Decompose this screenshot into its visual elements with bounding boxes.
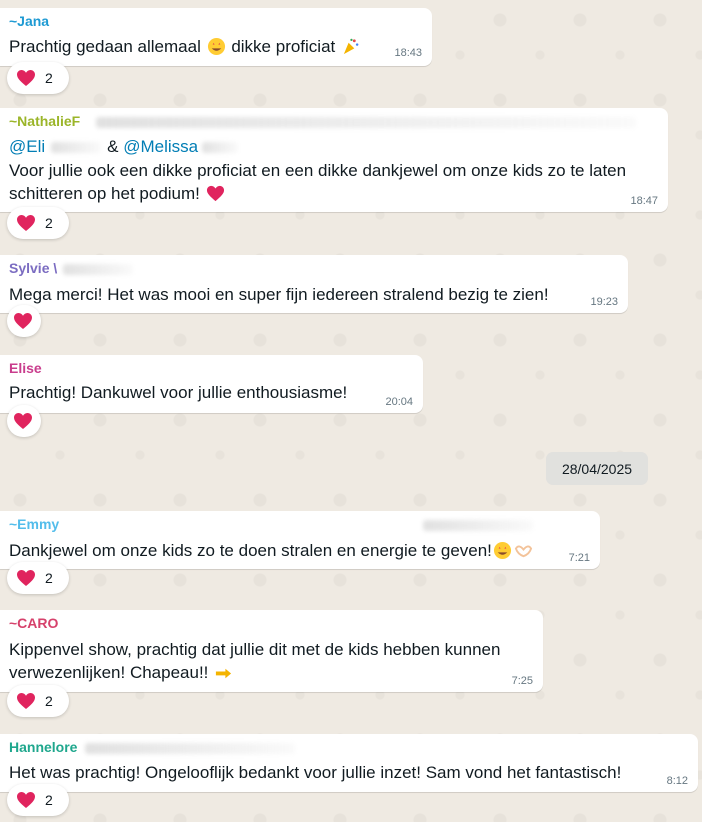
sender-name-text: ~NathalieF: [9, 113, 81, 129]
sender-name[interactable]: ~CARO: [9, 615, 58, 631]
star-struck-emoji: [207, 37, 225, 56]
message-text-part: Voor jullie ook een dikke proficiat en e…: [9, 161, 627, 203]
chat-message-list[interactable]: ~Jana Prachtig gedaan allemaal dikke pro…: [0, 0, 702, 822]
message-timestamp: 18:43: [394, 47, 422, 59]
reaction-badge[interactable]: [7, 405, 41, 437]
message-text-part: Prachtig gedaan allemaal: [9, 37, 201, 56]
message-bubble[interactable]: Sylvie \ Mega merci! Het was mooi en sup…: [0, 255, 628, 313]
reaction-count: 2: [45, 693, 53, 709]
heart-icon: [17, 70, 35, 86]
message-text: Prachtig! Dankuwel voor jullie enthousia…: [9, 383, 348, 402]
sender-name[interactable]: Hannelore: [9, 739, 296, 755]
message-timestamp: 8:12: [666, 775, 688, 787]
message-bubble[interactable]: ~NathalieF @Eli & @Melissa Voor jullie oo…: [0, 108, 668, 212]
reaction-badge[interactable]: [7, 305, 41, 337]
sender-name-text: Sylvie \: [9, 260, 58, 276]
mention-line: @Eli & @Melissa: [9, 135, 656, 158]
sender-name[interactable]: Sylvie \: [9, 260, 134, 276]
message-text-suffix: dikke proficiat: [231, 37, 336, 56]
sender-name[interactable]: ~NathalieF: [9, 113, 637, 129]
reaction-badge[interactable]: 2: [7, 62, 69, 94]
message-text: Het was prachtig! Ongelooflijk bedankt v…: [9, 763, 622, 782]
date-separator: 28/04/2025: [546, 452, 648, 485]
reaction-badge[interactable]: 2: [7, 562, 69, 594]
message-timestamp: 7:21: [568, 552, 590, 564]
heart-icon: [17, 215, 35, 231]
redacted-phone: [85, 742, 296, 754]
redacted-phone: [96, 116, 637, 128]
sender-name-text: Hannelore: [9, 739, 78, 755]
sender-name-text: ~Emmy: [9, 516, 60, 532]
reaction-badge[interactable]: 2: [7, 784, 69, 816]
heart-icon: [14, 413, 32, 429]
reaction-count: 2: [45, 792, 53, 808]
message-bubble[interactable]: ~CARO Kippenvel show, prachtig dat julli…: [0, 610, 543, 692]
reaction-badge[interactable]: 2: [7, 207, 69, 239]
sender-name[interactable]: ~Emmy: [9, 516, 534, 532]
message-timestamp: 18:47: [630, 195, 658, 207]
redacted-phone: [423, 519, 534, 531]
pointing-hand-emoji: [216, 668, 232, 679]
party-popper-emoji: [343, 38, 359, 55]
star-struck-emoji: [493, 541, 511, 560]
message-text-part: Dankjewel om onze kids zo te doen strale…: [9, 541, 492, 560]
mention-link[interactable]: @Eli: [9, 137, 45, 156]
message-text: Mega merci! Het was mooi en super fijn i…: [9, 285, 549, 304]
message-timestamp: 19:23: [590, 296, 618, 308]
message-timestamp: 20:04: [385, 396, 413, 408]
red-heart-emoji: [206, 185, 224, 202]
heart-icon: [17, 693, 35, 709]
reaction-badge[interactable]: 2: [7, 685, 69, 717]
reaction-count: 2: [45, 215, 53, 231]
mention-separator: &: [107, 137, 119, 156]
message-text: Prachtig gedaan allemaal dikke proficiat: [9, 35, 420, 58]
redacted-name: [202, 142, 239, 154]
redacted-name: [51, 142, 102, 154]
sender-name[interactable]: Elise: [9, 360, 42, 376]
heart-hands-emoji: [514, 545, 533, 558]
message-text-part: Kippenvel show, prachtig dat jullie dit …: [9, 640, 501, 682]
message-bubble[interactable]: Elise Prachtig! Dankuwel voor jullie ent…: [0, 355, 423, 413]
message-text: Dankjewel om onze kids zo te doen strale…: [9, 539, 588, 562]
heart-icon: [17, 570, 35, 586]
message-bubble[interactable]: Hannelore Het was prachtig! Ongelooflijk…: [0, 734, 698, 792]
message-text: Voor jullie ook een dikke proficiat en e…: [9, 159, 638, 205]
message-text: Kippenvel show, prachtig dat jullie dit …: [9, 638, 503, 684]
sender-name[interactable]: ~Jana: [9, 13, 49, 29]
mention-link[interactable]: @Melissa: [123, 137, 198, 156]
message-bubble[interactable]: ~Emmy Dankjewel om onze kids zo te doen …: [0, 511, 600, 569]
message-timestamp: 7:25: [511, 675, 533, 687]
heart-icon: [14, 313, 32, 329]
heart-icon: [17, 792, 35, 808]
reaction-count: 2: [45, 70, 53, 86]
message-bubble[interactable]: ~Jana Prachtig gedaan allemaal dikke pro…: [0, 8, 432, 66]
reaction-count: 2: [45, 570, 53, 586]
redacted-surname: [63, 263, 134, 275]
